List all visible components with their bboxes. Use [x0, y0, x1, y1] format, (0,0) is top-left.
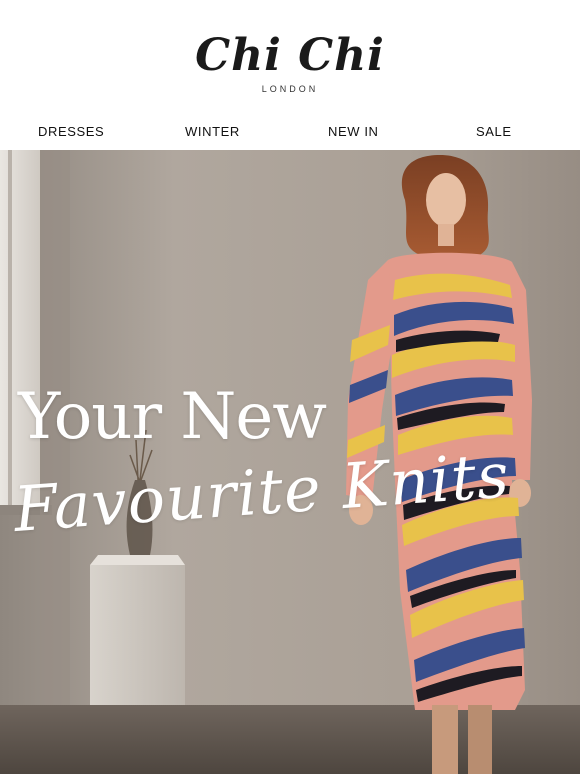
- brand-logo[interactable]: Chi Chi LONDON: [0, 30, 580, 94]
- nav-item-new-in[interactable]: NEW IN: [328, 124, 379, 139]
- hero-headline-line-1: Your New: [18, 380, 327, 454]
- brand-name: Chi Chi: [195, 30, 385, 81]
- main-nav: DRESSES WINTER NEW IN SALE: [0, 112, 580, 150]
- nav-item-sale[interactable]: SALE: [476, 124, 512, 139]
- nav-item-dresses[interactable]: DRESSES: [38, 124, 104, 139]
- brand-location: LONDON: [261, 84, 319, 94]
- nav-item-winter[interactable]: WINTER: [185, 124, 240, 139]
- hero-banner[interactable]: Your New Favourite Knits: [0, 150, 580, 774]
- email-header: Chi Chi LONDON: [0, 0, 580, 110]
